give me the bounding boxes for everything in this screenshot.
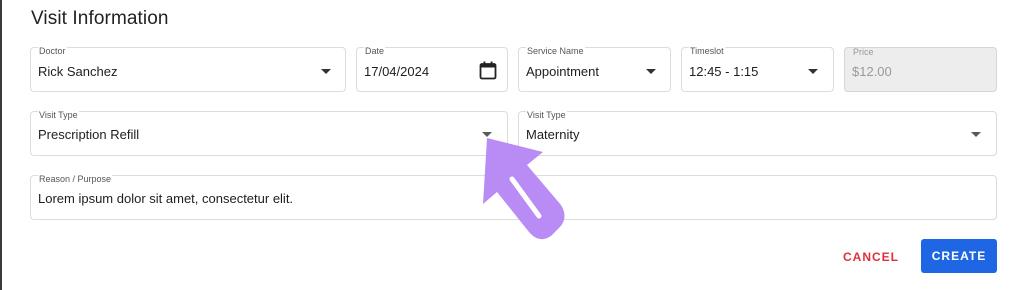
window-edge	[0, 0, 2, 290]
create-button[interactable]: CREATE	[921, 239, 997, 273]
date-field[interactable]: Date 17/04/2024	[356, 46, 508, 92]
chevron-down-icon	[808, 69, 818, 74]
date-label: Date	[364, 46, 386, 57]
service-name-label: Service Name	[526, 46, 585, 57]
visit-type-select-secondary[interactable]: Visit Type Maternity	[518, 110, 997, 156]
pointer-arrow-icon	[483, 138, 565, 240]
reason-purpose-label: Reason / Purpose	[38, 174, 113, 185]
price-label: Price	[853, 47, 874, 57]
price-field: Price $12.00	[844, 47, 997, 92]
doctor-select[interactable]: Doctor Rick Sanchez	[30, 46, 346, 92]
visit-information-dialog: Visit Information Doctor Rick Sanchez Da…	[0, 0, 1024, 290]
date-value: 17/04/2024	[364, 64, 430, 79]
timeslot-value: 12:45 - 1:15	[689, 64, 759, 79]
timeslot-select[interactable]: Timeslot 12:45 - 1:15	[681, 46, 834, 92]
chevron-down-icon	[646, 69, 656, 74]
calendar-icon[interactable]	[479, 61, 497, 80]
visit-type-select-primary[interactable]: Visit Type Prescription Refill	[30, 110, 508, 156]
reason-purpose-value[interactable]: Lorem ipsum dolor sit amet, consectetur …	[38, 191, 293, 206]
price-value: $12.00	[852, 64, 892, 79]
visit-type-label: Visit Type	[526, 110, 567, 121]
chevron-down-icon[interactable]	[971, 132, 981, 137]
visit-type-label: Visit Type	[38, 110, 79, 121]
visit-type-value: Prescription Refill	[38, 127, 140, 142]
doctor-label: Doctor	[38, 46, 67, 57]
timeslot-label: Timeslot	[689, 46, 725, 57]
chevron-down-icon	[321, 69, 331, 74]
service-name-select[interactable]: Service Name Appointment	[518, 46, 671, 92]
cancel-button[interactable]: CANCEL	[836, 245, 906, 269]
doctor-value: Rick Sanchez	[38, 64, 118, 79]
page-title: Visit Information	[31, 8, 169, 29]
service-name-value: Appointment	[526, 64, 599, 79]
